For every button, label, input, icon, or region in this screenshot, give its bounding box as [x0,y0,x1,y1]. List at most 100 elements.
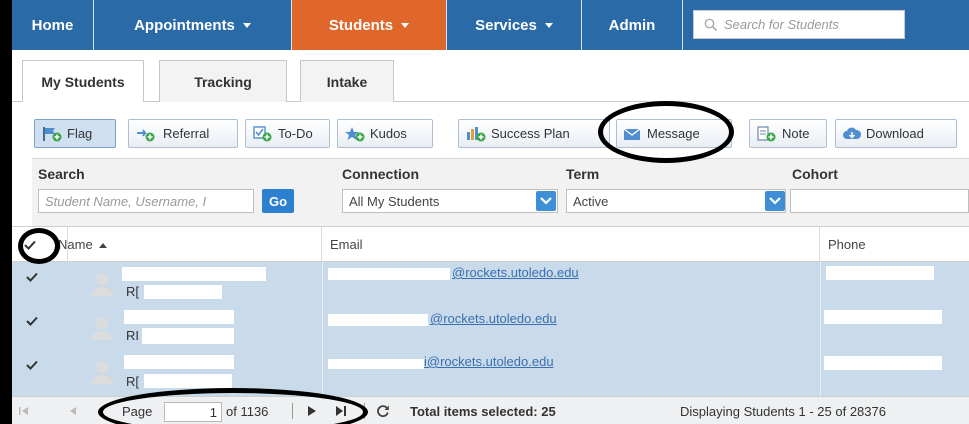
column-email-label: Email [330,237,363,252]
referral-button[interactable]: Referral [128,119,238,148]
todo-label: To-Do [278,126,313,141]
student-name-line2: R[ [126,374,139,389]
nav-home[interactable]: Home [12,0,94,50]
nav-services[interactable]: Services [447,0,582,50]
search-placeholder: Search for Students [724,17,839,32]
connection-label: Connection [342,166,419,182]
success-plan-button[interactable]: Success Plan [458,119,610,148]
nav-home-label: Home [31,16,74,34]
email-link[interactable]: i@rockets.utoledo.edu [424,354,554,369]
nav-students[interactable]: Students [292,0,447,50]
tab-intake[interactable]: Intake [300,60,394,102]
table-row[interactable]: R[ @rockets.utoledo.edu [12,262,969,306]
search-label: Search [38,166,85,182]
note-button[interactable]: Note [749,119,827,148]
student-name-line2: R[ [126,284,139,299]
nav-admin[interactable]: Admin [582,0,683,50]
success-plan-icon [467,126,486,141]
chevron-down-icon [544,22,553,28]
column-divider [820,262,821,396]
student-rows: R[ @rockets.utoledo.edu RI @rockets.utol… [12,262,969,396]
redacted-email [328,359,424,369]
cohort-label: Cohort [792,166,838,182]
success-plan-label: Success Plan [491,126,570,141]
email-link[interactable]: @rockets.utoledo.edu [430,311,557,326]
column-header-name[interactable]: Name [58,227,322,262]
nav-students-label: Students [328,16,394,34]
column-header-email[interactable]: Email [322,227,820,262]
connection-dropdown-button[interactable] [536,191,556,211]
student-search-input[interactable]: Search for Students [693,10,905,39]
displaying-count: Displaying Students 1 - 25 of 28376 [680,403,886,419]
nav-services-label: Services [475,16,537,34]
column-name-label: Name [58,237,93,252]
redacted-phone [824,310,942,324]
term-label: Term [566,166,600,182]
avatar-placeholder-icon [91,317,113,340]
flag-button[interactable]: Flag [34,119,116,148]
column-divider [322,262,323,396]
chevron-down-icon [540,197,552,205]
column-phone-label: Phone [828,237,866,252]
term-select[interactable]: Active [566,189,786,213]
refresh-icon[interactable] [376,397,390,424]
note-icon [757,125,776,141]
action-toolbar: Flag Referral To-Do Kudos Success Plan M… [12,102,969,158]
table-row[interactable]: RI @rockets.utoledo.edu [12,306,969,350]
redacted-name [124,310,234,324]
nav-appointments[interactable]: Appointments [94,0,292,50]
column-header-phone[interactable]: Phone [820,227,969,262]
nav-appointments-label: Appointments [134,16,235,34]
redacted-name [122,267,266,281]
student-filter-input[interactable]: Student Name, Username, I [38,189,254,213]
tab-label: Tracking [194,73,252,90]
note-label: Note [782,126,810,141]
app-frame: Home Appointments Students Services Admi… [12,0,969,424]
tab-tracking[interactable]: Tracking [159,60,287,102]
chevron-down-icon [242,22,251,28]
go-button[interactable]: Go [262,189,294,213]
email-link[interactable]: @rockets.utoledo.edu [452,265,579,280]
chevron-down-icon [401,22,410,28]
student-name-line2: RI [126,328,139,343]
download-button[interactable]: Download [835,119,957,148]
cohort-select[interactable] [790,189,969,213]
redacted-name [142,328,234,344]
nav-admin-label: Admin [608,16,656,34]
tab-label: Intake [326,73,368,90]
row-checkmark-icon[interactable] [26,272,38,282]
annotation-circle-select-all [18,228,60,264]
kudos-label: Kudos [370,126,407,141]
redacted-name [144,374,232,388]
avatar-placeholder-icon [91,361,113,384]
redacted-name [144,285,222,299]
redacted-email [328,314,428,326]
download-label: Download [866,126,924,141]
term-dropdown-button[interactable] [765,191,785,211]
connection-value: All My Students [349,193,440,209]
chevron-down-icon [769,197,781,205]
sort-ascending-icon [98,242,107,248]
referral-icon [137,128,155,141]
flag-label: Flag [67,126,93,141]
first-page-icon[interactable] [18,397,30,424]
connection-select[interactable]: All My Students [342,189,558,213]
row-checkmark-icon[interactable] [26,360,38,370]
referral-label: Referral [163,126,210,141]
redacted-phone [824,356,942,370]
grid-header: Name Email Phone [12,226,969,262]
todo-button[interactable]: To-Do [245,119,330,148]
redacted-name [124,355,234,369]
prev-page-icon[interactable] [68,397,78,424]
redacted-email [328,268,450,280]
top-nav: Home Appointments Students Services Admi… [12,0,969,50]
row-checkmark-icon[interactable] [26,316,38,326]
tab-label: My Students [41,74,125,90]
tab-bar: My Students Tracking Intake [12,60,969,103]
kudos-button[interactable]: Kudos [337,119,433,148]
avatar-placeholder-icon [91,273,113,296]
table-row[interactable]: R[ i@rockets.utoledo.edu [12,350,969,394]
star-icon [345,126,365,141]
filter-panel: Search Student Name, Username, I Go Conn… [32,158,969,226]
tab-my-students[interactable]: My Students [22,60,144,103]
